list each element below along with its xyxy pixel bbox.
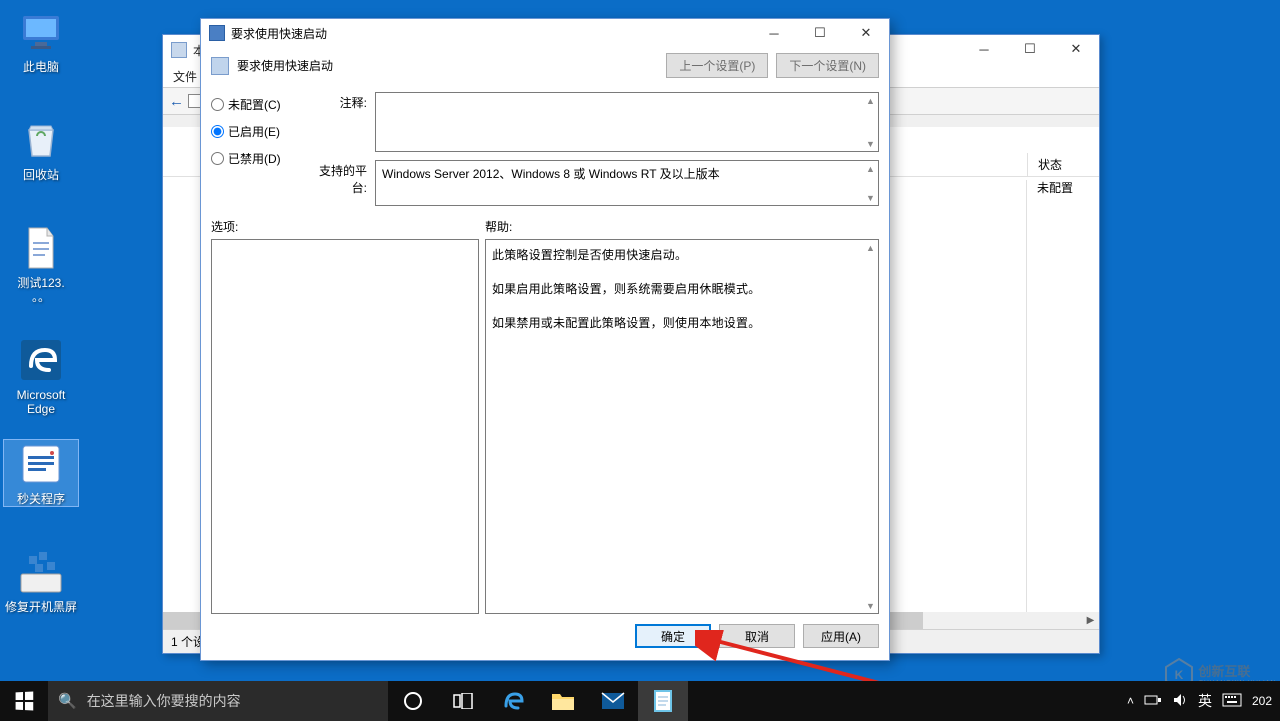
- next-setting-button[interactable]: 下一个设置(N): [776, 53, 879, 78]
- comment-textbox[interactable]: ▲▼: [375, 92, 879, 152]
- close-button[interactable]: ✕: [843, 19, 889, 47]
- taskview-button[interactable]: [438, 681, 488, 721]
- scroll-right-icon[interactable]: ▶: [1082, 612, 1099, 629]
- tray-keyboard-icon[interactable]: [1222, 693, 1242, 710]
- radio-input-disabled[interactable]: [211, 152, 224, 165]
- dlg-icon: [209, 25, 225, 41]
- desktop-icon-bin[interactable]: 回收站: [4, 116, 78, 182]
- cortana-icon: [403, 691, 423, 711]
- edge-icon: [17, 336, 65, 384]
- computer-icon: [17, 8, 65, 56]
- help-paragraph: 此策略设置控制是否使用快速启动。: [492, 246, 862, 264]
- bgwin-icon: [171, 42, 187, 58]
- tray-volume-icon[interactable]: [1172, 692, 1188, 711]
- maximize-button[interactable]: ☐: [1007, 35, 1053, 63]
- taskbar-edge[interactable]: [488, 681, 538, 721]
- system-tray: ˄ 英 202: [1119, 681, 1280, 721]
- menu-file[interactable]: 文件: [173, 68, 197, 85]
- desktop-icon-pc[interactable]: 此电脑: [4, 8, 78, 74]
- fix-icon: [17, 548, 65, 596]
- scroll-down-icon[interactable]: ▼: [863, 136, 878, 151]
- minimize-button[interactable]: ─: [751, 19, 797, 47]
- start-button[interactable]: [0, 681, 48, 721]
- taskbar-notepad[interactable]: [638, 681, 688, 721]
- dlg-subtitle-row: 要求使用快速启动 上一个设置(P) 下一个设置(N): [201, 47, 889, 84]
- search-icon: 🔍: [58, 692, 77, 710]
- scroll-up-icon[interactable]: ▲: [863, 161, 878, 176]
- radio-enabled[interactable]: 已启用(E): [211, 123, 299, 140]
- tray-chevron-up-icon[interactable]: ˄: [1127, 694, 1134, 708]
- taskview-icon: [453, 693, 473, 709]
- help-paragraph: 如果禁用或未配置此策略设置，则使用本地设置。: [492, 314, 862, 332]
- platform-label: 支持的平台:: [307, 160, 367, 206]
- desktop-icon-label: 此电脑: [4, 60, 78, 74]
- desktop-icon-test[interactable]: 测试123. 。。: [4, 224, 78, 304]
- desktop-icon-label: 秒关程序: [4, 492, 78, 506]
- edge-icon: [500, 688, 526, 714]
- bgwin-controls: ─ ☐ ✕: [961, 35, 1099, 63]
- dlg-controls: ─ ☐ ✕: [751, 19, 889, 47]
- radio-input-not-configured[interactable]: [211, 98, 224, 111]
- radio-label: 已禁用(D): [228, 150, 281, 167]
- dlg-titlebar[interactable]: 要求使用快速启动 ─ ☐ ✕: [201, 19, 889, 47]
- text-file-icon: [17, 224, 65, 272]
- taskbar: 🔍 在这里输入你要搜的内容 ˄ 英 202: [0, 681, 1280, 721]
- taskbar-icons: [388, 681, 688, 721]
- desktop-icon-shutdown[interactable]: 秒关程序: [4, 440, 78, 506]
- close-button[interactable]: ✕: [1053, 35, 1099, 63]
- cell-status: 未配置: [1027, 177, 1099, 199]
- help-paragraph: 如果启用此策略设置，则系统需要启用休眠模式。: [492, 280, 862, 298]
- dlg-subtitle: 要求使用快速启动: [237, 57, 333, 74]
- scroll-down-icon[interactable]: ▼: [863, 598, 878, 613]
- help-label: 帮助:: [485, 218, 512, 235]
- dlg-title: 要求使用快速启动: [231, 25, 327, 42]
- radio-label: 未配置(C): [228, 96, 281, 113]
- config-radio-group: 未配置(C) 已启用(E) 已禁用(D): [211, 92, 299, 206]
- cancel-button[interactable]: 取消: [719, 624, 795, 648]
- maximize-button[interactable]: ☐: [797, 19, 843, 47]
- folder-icon: [551, 691, 575, 711]
- options-label: 选项:: [211, 218, 485, 235]
- scroll-down-icon[interactable]: ▼: [863, 190, 878, 205]
- desktop-icon-label: 修复开机黑屏: [4, 600, 78, 614]
- platform-text: Windows Server 2012、Windows 8 或 Windows …: [382, 167, 720, 181]
- prev-setting-button[interactable]: 上一个设置(P): [666, 53, 768, 78]
- policy-dialog: 要求使用快速启动 ─ ☐ ✕ 要求使用快速启动 上一个设置(P) 下一个设置(N…: [200, 18, 890, 661]
- windows-logo-icon: [16, 692, 34, 711]
- options-pane: [211, 239, 479, 614]
- desktop-icon-label: 回收站: [4, 168, 78, 182]
- mail-icon: [601, 692, 625, 710]
- comment-label: 注释:: [307, 92, 367, 152]
- taskbar-explorer[interactable]: [538, 681, 588, 721]
- dialog-buttons: 确定 取消 应用(A): [201, 614, 889, 660]
- desktop-icon-edge[interactable]: Microsoft Edge: [4, 336, 78, 416]
- app-icon: [17, 440, 65, 488]
- radio-not-configured[interactable]: 未配置(C): [211, 96, 299, 113]
- tray-clock[interactable]: 202: [1252, 694, 1272, 708]
- taskbar-mail[interactable]: [588, 681, 638, 721]
- help-pane: 此策略设置控制是否使用快速启动。 如果启用此策略设置，则系统需要启用休眠模式。 …: [485, 239, 879, 614]
- desktop-icon-fix[interactable]: 修复开机黑屏: [4, 548, 78, 614]
- apply-button[interactable]: 应用(A): [803, 624, 879, 648]
- platform-textbox: Windows Server 2012、Windows 8 或 Windows …: [375, 160, 879, 206]
- desktop-icon-label: Microsoft Edge: [4, 388, 78, 416]
- notepad-icon: [652, 688, 674, 714]
- desktop-icon-label: 测试123. 。。: [4, 276, 78, 304]
- scroll-up-icon[interactable]: ▲: [863, 240, 878, 255]
- radio-disabled[interactable]: 已禁用(D): [211, 150, 299, 167]
- column-header-status[interactable]: 状态: [1027, 153, 1099, 176]
- tray-ime[interactable]: 英: [1198, 691, 1212, 711]
- back-icon[interactable]: ←: [169, 93, 184, 110]
- radio-label: 已启用(E): [228, 123, 280, 140]
- ok-button[interactable]: 确定: [635, 624, 711, 648]
- search-placeholder: 在这里输入你要搜的内容: [87, 691, 241, 711]
- minimize-button[interactable]: ─: [961, 35, 1007, 63]
- recycle-bin-icon: [17, 116, 65, 164]
- tray-input-icon[interactable]: [1144, 693, 1162, 710]
- search-box[interactable]: 🔍 在这里输入你要搜的内容: [48, 681, 388, 721]
- radio-input-enabled[interactable]: [211, 125, 224, 138]
- cortana-button[interactable]: [388, 681, 438, 721]
- scroll-up-icon[interactable]: ▲: [863, 93, 878, 108]
- policy-icon: [211, 57, 229, 75]
